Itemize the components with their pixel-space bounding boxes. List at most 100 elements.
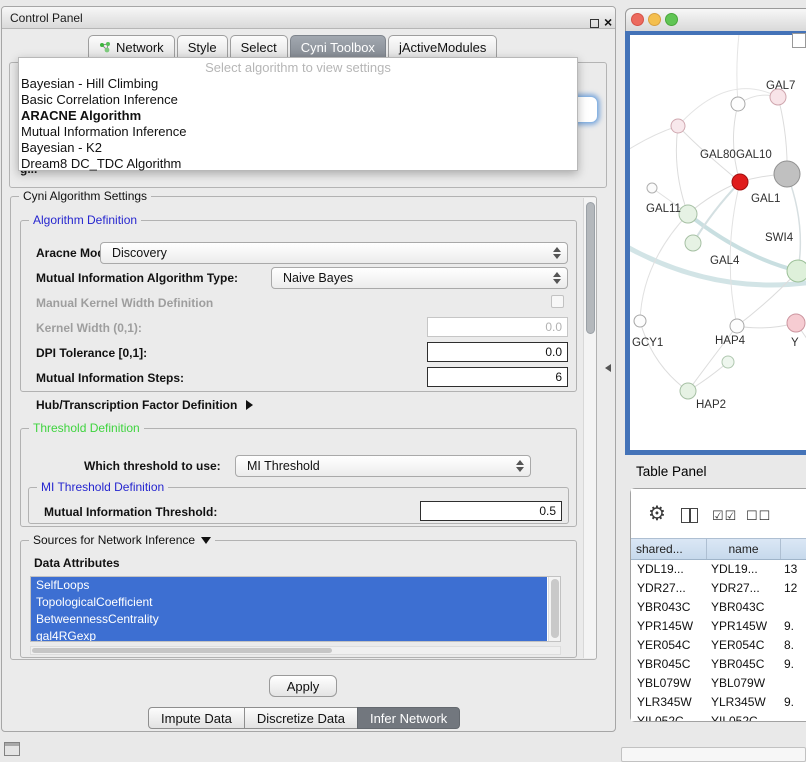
mi-algorithm-type-combobox[interactable]: Naive Bayes xyxy=(271,267,568,289)
apply-button[interactable]: Apply xyxy=(269,675,337,697)
network-edge xyxy=(737,35,740,104)
column-header-extra[interactable] xyxy=(781,539,806,559)
columns-icon[interactable] xyxy=(681,508,698,523)
tab-style[interactable]: Style xyxy=(177,35,228,58)
dropdown-item-basic-correlation-inference[interactable]: Basic Correlation Inference xyxy=(19,92,577,108)
mac-zoom-icon[interactable] xyxy=(665,13,678,26)
network-canvas[interactable]: GAL7GAL80GAL10GAL11GAL1SWI4GAL4GCY1HAP4Y… xyxy=(630,35,806,450)
attributes-horizontal-scrollbar[interactable] xyxy=(30,646,561,655)
close-icon[interactable]: × xyxy=(604,15,612,29)
canvas-scroll-widget[interactable] xyxy=(792,33,806,48)
network-edge xyxy=(733,104,740,182)
network-node-label: SWI4 xyxy=(765,232,794,244)
attribute-item-selfloops[interactable]: SelfLoops xyxy=(31,577,547,594)
network-node[interactable] xyxy=(679,205,697,223)
table-row[interactable]: YER054CYER054C8. xyxy=(631,636,806,655)
control-panel-title: Control Panel xyxy=(10,11,83,25)
network-edge xyxy=(630,126,678,155)
dropdown-item-aracne-algorithm[interactable]: ARACNE Algorithm xyxy=(19,108,577,124)
settings-scrollbar[interactable] xyxy=(583,198,596,658)
network-icon xyxy=(99,41,111,53)
network-node[interactable] xyxy=(730,319,744,333)
network-node[interactable] xyxy=(774,161,800,187)
panel-collapse-arrow-icon[interactable] xyxy=(605,364,611,372)
sources-title[interactable]: Sources for Network Inference xyxy=(29,533,215,547)
table-row[interactable]: YDL19...YDL19...13 xyxy=(631,560,806,579)
attribute-item-gal4rgexp[interactable]: gal4RGexp xyxy=(31,628,547,642)
attributes-vertical-scrollbar[interactable] xyxy=(548,577,560,641)
network-node[interactable] xyxy=(680,383,696,399)
table-cell: 12 xyxy=(781,579,806,598)
control-panel-titlebar[interactable]: Control Panel × xyxy=(2,7,615,29)
gear-icon[interactable]: ⚙ xyxy=(648,503,666,525)
combo-arrows-icon xyxy=(551,272,567,284)
select-all-columns-icon[interactable]: ☑☑ xyxy=(712,508,737,524)
manual-kernel-label: Manual Kernel Width Definition xyxy=(36,296,213,310)
tab-jactivemodules[interactable]: jActiveModules xyxy=(388,35,497,58)
data-attributes-label: Data Attributes xyxy=(34,556,120,570)
which-threshold-value: MI Threshold xyxy=(236,459,514,473)
table-row[interactable]: YBR043CYBR043C xyxy=(631,598,806,617)
table-cell: YER054C xyxy=(631,636,707,655)
aracne-mode-combobox[interactable]: Discovery xyxy=(100,242,568,264)
tab-label: jActiveModules xyxy=(399,40,486,55)
table-cell: YBR043C xyxy=(707,598,781,617)
bottom-tab-impute-data[interactable]: Impute Data xyxy=(148,707,245,729)
network-node-label: HAP4 xyxy=(715,335,746,347)
mac-minimize-icon[interactable] xyxy=(648,13,661,26)
network-node[interactable] xyxy=(732,174,748,190)
dpi-tolerance-field[interactable] xyxy=(427,342,568,362)
table-cell: YPR145W xyxy=(631,617,707,636)
table-row[interactable]: YPR145WYPR145W9. xyxy=(631,617,806,636)
deselect-all-columns-icon[interactable]: ☐☐ xyxy=(746,508,771,524)
table-cell xyxy=(781,712,806,721)
column-header-name[interactable]: name xyxy=(707,539,781,559)
dropdown-item-mutual-information-inference[interactable]: Mutual Information Inference xyxy=(19,124,577,140)
dropdown-item-dream8-dc-tdc-algorithm[interactable]: Dream8 DC_TDC Algorithm xyxy=(19,156,577,172)
network-node[interactable] xyxy=(634,315,646,327)
network-edge xyxy=(678,89,778,126)
mi-steps-field[interactable] xyxy=(427,367,568,387)
network-node[interactable] xyxy=(685,235,701,251)
table-row[interactable]: YDR27...YDR27...12 xyxy=(631,579,806,598)
bottom-tab-infer-network[interactable]: Infer Network xyxy=(357,707,460,729)
network-node[interactable] xyxy=(671,119,685,133)
kernel-width-label: Kernel Width (0,1): xyxy=(36,321,142,335)
dropdown-list: Bayesian - Hill ClimbingBasic Correlatio… xyxy=(19,76,577,172)
hub-definition-expander[interactable]: Hub/Transcription Factor Definition xyxy=(36,398,253,412)
mi-threshold-label: Mutual Information Threshold: xyxy=(44,505,217,519)
table-header-row: shared...name xyxy=(631,538,806,560)
table-cell: YBR045C xyxy=(631,655,707,674)
table-cell: YDL19... xyxy=(707,560,781,579)
network-node[interactable] xyxy=(647,183,657,193)
table-row[interactable]: YBR045CYBR045C9. xyxy=(631,655,806,674)
network-node[interactable] xyxy=(722,356,734,368)
table-cell: 9. xyxy=(781,617,806,636)
table-row[interactable]: YIL052CYIL052C xyxy=(631,712,806,721)
attribute-item-betweennesscentrality[interactable]: BetweennessCentrality xyxy=(31,611,547,628)
dropdown-item-bayesian-k2[interactable]: Bayesian - K2 xyxy=(19,140,577,156)
collapsed-bottom-panel[interactable] xyxy=(621,747,806,762)
network-node-label: GAL80 xyxy=(700,149,736,161)
mac-close-icon[interactable] xyxy=(631,13,644,26)
chevron-right-icon xyxy=(246,400,253,410)
column-header-shared-[interactable]: shared... xyxy=(631,539,707,559)
float-window-icon[interactable] xyxy=(590,19,599,28)
mi-threshold-field[interactable] xyxy=(420,501,562,521)
attribute-item-topologicalcoefficient[interactable]: TopologicalCoefficient xyxy=(31,594,547,611)
network-node[interactable] xyxy=(731,97,745,111)
dropdown-item-bayesian-hill-climbing[interactable]: Bayesian - Hill Climbing xyxy=(19,76,577,92)
network-node[interactable] xyxy=(787,260,806,282)
tab-cyni-toolbox[interactable]: Cyni Toolbox xyxy=(290,35,386,58)
network-node-label: GAL10 xyxy=(736,149,772,161)
tab-network[interactable]: Network xyxy=(88,35,175,58)
bottom-tab-discretize-data[interactable]: Discretize Data xyxy=(244,707,358,729)
table-row[interactable]: YLR345WYLR345W9. xyxy=(631,693,806,712)
tab-select[interactable]: Select xyxy=(230,35,288,58)
settings-scrollbar-thumb[interactable] xyxy=(586,202,595,334)
which-threshold-combobox[interactable]: MI Threshold xyxy=(235,455,531,477)
network-node[interactable] xyxy=(787,314,805,332)
restore-panel-icon[interactable] xyxy=(4,742,20,756)
table-row[interactable]: YBL079WYBL079W xyxy=(631,674,806,693)
kernel-width-field xyxy=(427,317,568,337)
